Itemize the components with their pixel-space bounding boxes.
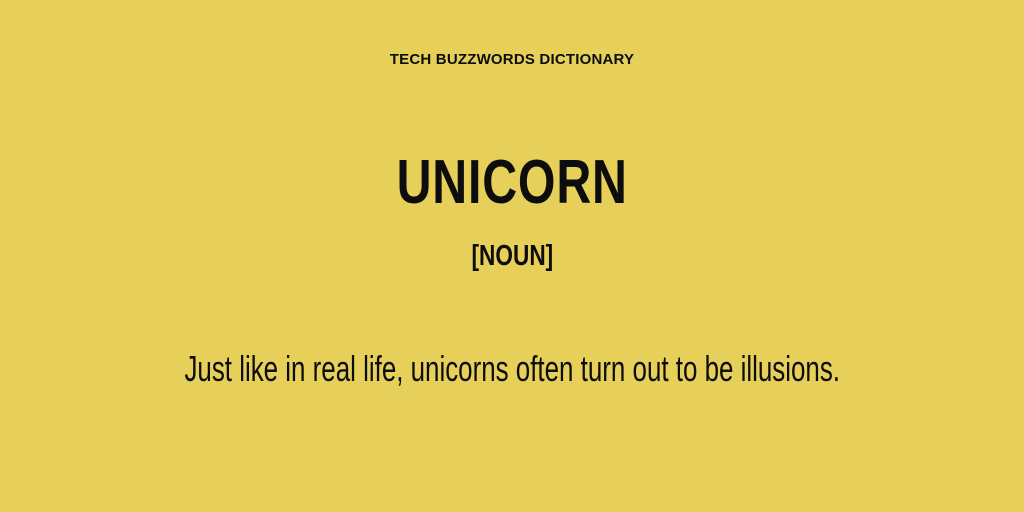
part-of-speech-text: [NOUN] (471, 240, 553, 272)
entry-term-text: UNICORN (396, 148, 628, 217)
dictionary-label-text: TECH BUZZWORDS DICTIONARY (389, 51, 635, 68)
part-of-speech: [NOUN] (0, 236, 1024, 276)
entry-definition: Just like in real life, unicorns often t… (0, 343, 1024, 395)
entry-definition-text: Just like in real life, unicorns often t… (184, 348, 840, 389)
dictionary-label: TECH BUZZWORDS DICTIONARY (0, 50, 1024, 70)
dictionary-card: TECH BUZZWORDS DICTIONARY UNICORN [NOUN]… (0, 0, 1024, 512)
entry-term: UNICORN (0, 138, 1024, 228)
